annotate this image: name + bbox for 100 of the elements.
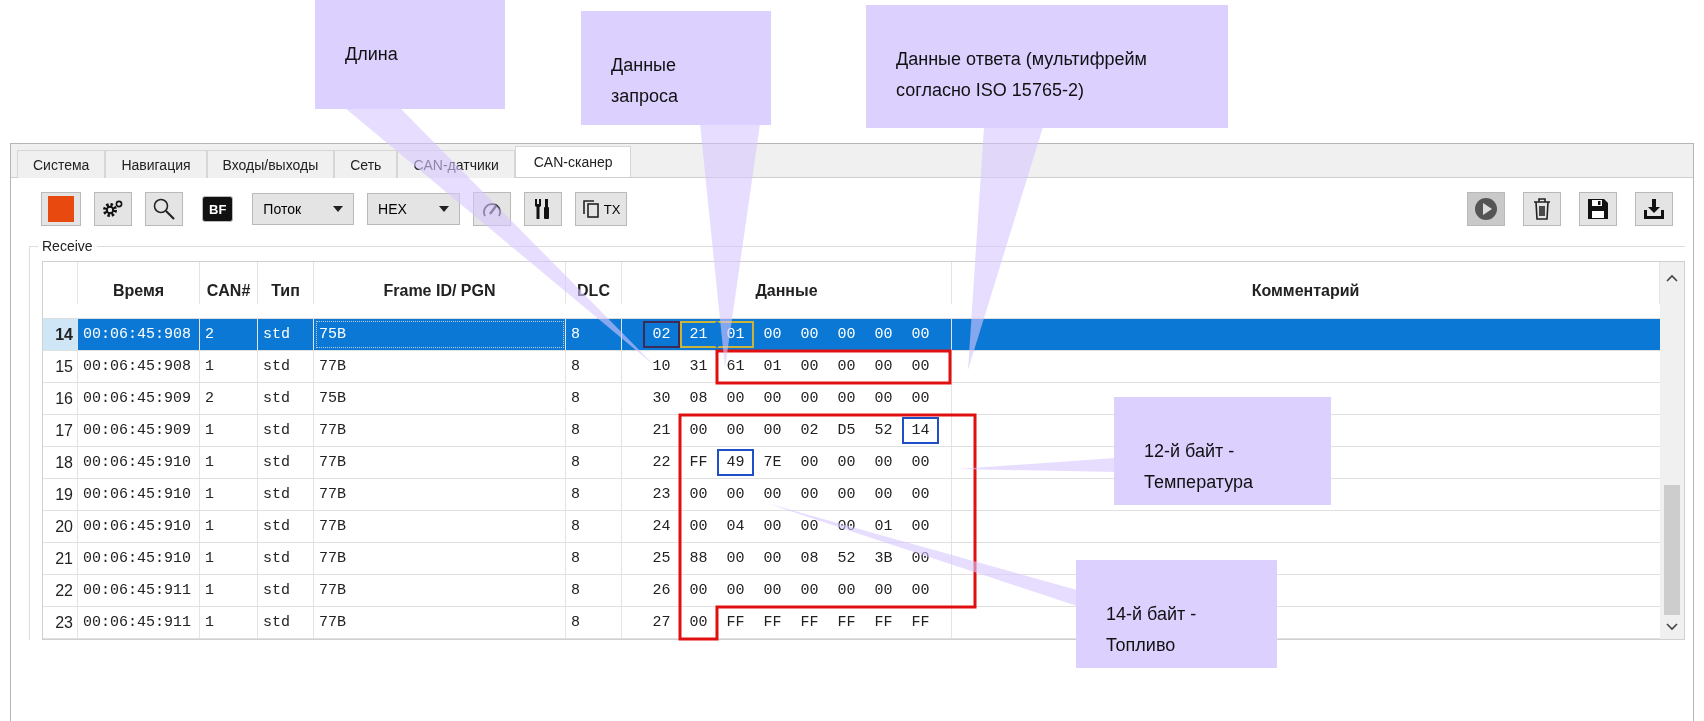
data-byte: 24 xyxy=(651,517,672,537)
table-cell: std xyxy=(258,479,314,510)
column-header[interactable]: Frame ID/ PGN xyxy=(383,282,496,300)
data-byte: 00 xyxy=(910,357,931,377)
search-button[interactable] xyxy=(145,192,183,226)
table-cell: 2 xyxy=(200,383,258,414)
data-byte: 00 xyxy=(799,389,820,409)
column-header[interactable]: DLC xyxy=(577,282,610,300)
data-byte: 21 xyxy=(680,321,717,348)
scrollbar-thumb[interactable] xyxy=(1664,485,1680,615)
bf-button[interactable]: BF xyxy=(202,196,234,222)
table-row[interactable]: 20 00:06:45:910 1 std 77B 8 24 00 04 00 00 00 01 00 xyxy=(43,511,1660,543)
table-row[interactable]: 14 00:06:45:908 2 std 75B 8 02 21 01 00 00 00 00 00 xyxy=(43,319,1660,351)
data-byte: 00 xyxy=(725,581,746,601)
data-byte: 00 xyxy=(762,389,783,409)
table-cell: std xyxy=(258,383,314,414)
data-byte: 25 xyxy=(651,549,672,569)
table-cell: 1 xyxy=(200,511,258,542)
search-icon xyxy=(152,197,176,221)
data-byte: 26 xyxy=(651,581,672,601)
table-cell: 00:06:45:908 xyxy=(78,351,200,382)
save-button[interactable] xyxy=(1579,192,1617,226)
row-number: 14 xyxy=(43,319,78,350)
table-cell: 8 xyxy=(566,479,622,510)
speed-button[interactable] xyxy=(472,192,511,226)
caret-icon xyxy=(333,206,344,212)
data-byte: 00 xyxy=(688,581,709,601)
tab[interactable]: Навигация xyxy=(105,150,207,178)
data-byte: 02 xyxy=(643,321,680,348)
tab[interactable]: Система xyxy=(17,150,106,178)
callout-text: запроса xyxy=(611,86,680,107)
tab[interactable]: Входы/выходы xyxy=(206,150,335,178)
data-byte: 00 xyxy=(799,581,820,601)
data-byte: FF xyxy=(836,613,857,633)
tab[interactable]: CAN-датчики xyxy=(397,150,515,178)
data-byte: 00 xyxy=(725,389,746,409)
play-icon xyxy=(1474,197,1498,221)
table-cell: 1 xyxy=(200,447,258,478)
table-cell: 00:06:45:909 xyxy=(78,383,200,414)
dropdown[interactable]: Поток xyxy=(252,193,355,225)
data-byte: 00 xyxy=(910,453,931,473)
scroll-up-icon[interactable] xyxy=(1666,274,1678,282)
table-cell: 1 xyxy=(200,479,258,510)
stop-button[interactable] xyxy=(41,192,81,226)
data-byte: 22 xyxy=(651,453,672,473)
settings-button[interactable] xyxy=(94,192,132,226)
data-byte: 00 xyxy=(836,325,857,345)
download-button[interactable] xyxy=(1635,192,1673,226)
table-cell: 1 xyxy=(200,607,258,638)
table-cell: 77B xyxy=(314,351,566,382)
data-byte: FF xyxy=(725,613,746,633)
table-cell: 8 xyxy=(566,543,622,574)
tab[interactable]: CAN-сканер xyxy=(514,146,632,177)
data-byte: 00 xyxy=(873,325,894,345)
data-byte: FF xyxy=(688,453,709,473)
table-cell: 8 xyxy=(566,607,622,638)
column-header[interactable]: Время xyxy=(112,282,165,300)
data-byte: 00 xyxy=(873,581,894,601)
column-header[interactable]: Комментарий xyxy=(1251,282,1360,300)
tools-button[interactable] xyxy=(523,192,562,226)
data-byte: 49 xyxy=(717,449,754,476)
callout-text: Данные ответа (мультифрейм xyxy=(896,49,1148,70)
data-byte: 00 xyxy=(799,357,820,377)
trash-button[interactable] xyxy=(1523,192,1561,226)
play-button[interactable] xyxy=(1467,192,1505,226)
data-byte: 00 xyxy=(799,453,820,473)
callout-text: Длина xyxy=(345,44,399,65)
table-cell: 8 xyxy=(566,447,622,478)
data-byte: 10 xyxy=(651,357,672,377)
column-header[interactable]: Тип xyxy=(271,282,300,300)
table-cell: 00:06:45:910 xyxy=(78,543,200,574)
caret-icon xyxy=(438,206,449,212)
column-header[interactable]: Данные xyxy=(755,282,818,300)
data-byte: 7E xyxy=(762,453,783,473)
table-cell: 1 xyxy=(200,575,258,606)
table-cell: 00:06:45:911 xyxy=(78,575,200,606)
callout-text: Данные xyxy=(611,55,678,76)
tab[interactable]: Сеть xyxy=(334,150,398,178)
data-byte: 00 xyxy=(910,485,931,505)
data-byte: 00 xyxy=(762,325,783,345)
download-icon xyxy=(1643,198,1665,220)
data-byte: FF xyxy=(762,613,783,633)
data-byte: 01 xyxy=(873,517,894,537)
scroll-down-icon[interactable] xyxy=(1666,623,1678,631)
table-cell: 8 xyxy=(566,511,622,542)
column-header[interactable]: CAN# xyxy=(206,282,251,300)
data-byte: 00 xyxy=(762,485,783,505)
data-byte: 00 xyxy=(873,357,894,377)
copy-tx-button[interactable]: TX xyxy=(574,192,628,226)
table-row[interactable]: 15 00:06:45:908 1 std 77B 8 10 31 61 01 00 00 00 00 xyxy=(43,351,1660,383)
table-cell: 77B xyxy=(314,543,566,574)
table-cell: 00:06:45:909 xyxy=(78,415,200,446)
group-label: Receive xyxy=(38,238,97,254)
data-byte: 00 xyxy=(762,549,783,569)
data-byte: 00 xyxy=(836,357,857,377)
scrollbar[interactable] xyxy=(1660,262,1684,639)
data-byte: 21 xyxy=(651,421,672,441)
data-byte: 00 xyxy=(910,581,931,601)
data-byte: 00 xyxy=(799,485,820,505)
dropdown[interactable]: HEX xyxy=(367,193,460,225)
